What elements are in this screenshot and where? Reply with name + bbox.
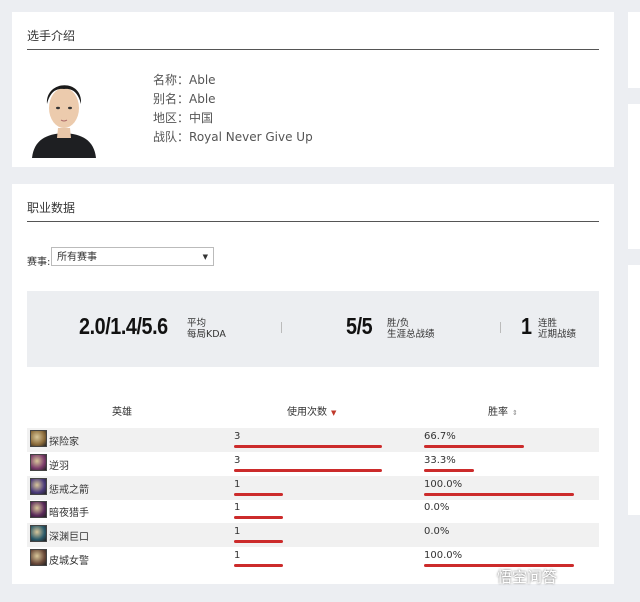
section-title-intro: 选手介绍 xyxy=(27,29,76,43)
info-value: 中国 xyxy=(189,111,214,125)
player-intro-panel: 选手介绍 名称：Able 别名：Able 地区：中国 战队：Royal Neve… xyxy=(12,12,614,167)
event-filter-select[interactable]: 所有赛事 ▼ xyxy=(51,247,214,266)
stat-divider xyxy=(281,322,282,333)
hero-name: 深渊巨口 xyxy=(49,532,89,544)
winrate-value: 33.3% xyxy=(424,454,456,466)
winrate-bar xyxy=(424,492,574,496)
section-divider xyxy=(27,221,599,222)
info-row-region: 地区：中国 xyxy=(153,109,213,126)
side-panel-stub xyxy=(628,265,640,515)
side-panel-stub xyxy=(628,12,640,88)
column-header-uses-label: 使用次数 xyxy=(287,407,327,418)
uses-bar xyxy=(234,564,283,567)
uses-bar xyxy=(234,516,283,520)
uses-bar xyxy=(234,540,283,544)
watermark: 悟空问答 xyxy=(497,568,558,586)
streak-value: 1 xyxy=(521,313,532,339)
hero-portrait-icon xyxy=(30,430,47,447)
table-row[interactable]: 逆羽 3 33.3% xyxy=(27,452,599,476)
info-label: 地区： xyxy=(153,111,190,125)
hero-portrait-icon xyxy=(30,453,47,471)
side-panel-stub xyxy=(628,104,640,249)
kda-desc-line1: 平均 xyxy=(187,318,207,329)
table-row[interactable]: 探险家 3 66.7% xyxy=(27,428,599,452)
uses-count: 3 xyxy=(234,454,241,466)
stats-summary: 2.0/1.4/5.6 平均 每局KDA 5/5 胜/负 生涯总战绩 1 连胜 … xyxy=(27,291,599,367)
hero-name: 皮城女警 xyxy=(49,556,89,567)
record-value: 5/5 xyxy=(346,313,373,339)
career-data-panel: 职业数据 赛事: 所有赛事 ▼ 2.0/1.4/5.6 平均 每局KDA 5/5… xyxy=(12,184,614,584)
uses-bar xyxy=(234,468,382,472)
winrate-value: 100.0% xyxy=(424,550,463,561)
winrate-bar xyxy=(424,468,474,472)
filter-selected-value: 所有赛事 xyxy=(57,252,97,263)
dropdown-arrow-icon: ▼ xyxy=(202,253,208,261)
info-label: 名称： xyxy=(153,73,190,87)
info-value: Royal Never Give Up xyxy=(189,130,313,144)
player-avatar xyxy=(28,70,100,158)
column-header-uses[interactable]: 使用次数 ▼ xyxy=(287,403,336,418)
table-row[interactable]: 暗夜猎手 1 0.0% xyxy=(27,499,599,523)
streak-desc: 连胜 近期战绩 xyxy=(538,318,576,340)
winrate-value: 0.0% xyxy=(424,526,450,538)
uses-count: 1 xyxy=(234,502,241,514)
hero-name: 惩戒之箭 xyxy=(49,484,89,496)
info-value: Able xyxy=(189,73,216,87)
table-row[interactable]: 深渊巨口 1 0.0% xyxy=(27,523,599,548)
section-title-career: 职业数据 xyxy=(27,201,76,215)
hero-name: 暗夜猎手 xyxy=(49,508,89,520)
info-row-team: 战队：Royal Never Give Up xyxy=(153,128,313,145)
uses-count: 1 xyxy=(234,550,241,561)
winrate-bar xyxy=(424,445,524,448)
record-desc-line1: 胜/负 xyxy=(387,318,410,329)
uses-bar xyxy=(234,445,382,448)
streak-desc-line2: 近期战绩 xyxy=(538,329,577,340)
filter-label: 赛事: xyxy=(27,257,51,268)
uses-count: 1 xyxy=(234,526,241,538)
hero-portrait-icon xyxy=(30,525,47,543)
winrate-value: 66.7% xyxy=(424,431,456,442)
kda-desc-line2: 每局KDA xyxy=(187,329,226,340)
kda-desc: 平均 每局KDA xyxy=(187,318,226,340)
streak-desc-line1: 连胜 xyxy=(538,318,558,329)
hero-name: 逆羽 xyxy=(49,460,69,472)
sort-desc-icon[interactable]: ▼ xyxy=(331,409,336,417)
info-label: 战队： xyxy=(153,130,190,144)
uses-bar xyxy=(234,492,283,496)
hero-name: 探险家 xyxy=(49,437,79,448)
record-desc-line2: 生涯总战绩 xyxy=(387,329,435,340)
kda-value: 2.0/1.4/5.6 xyxy=(79,313,168,339)
info-row-alias: 别名：Able xyxy=(153,90,216,107)
uses-count: 1 xyxy=(234,478,241,490)
column-header-winrate[interactable]: 胜率 ⇕ xyxy=(488,403,518,418)
uses-count: 3 xyxy=(234,431,241,442)
hero-portrait-icon xyxy=(30,549,47,566)
column-header-winrate-label: 胜率 xyxy=(488,407,508,418)
info-value: Able xyxy=(189,92,216,106)
hero-portrait-icon xyxy=(30,477,47,495)
winrate-value: 0.0% xyxy=(424,502,450,514)
stat-divider xyxy=(500,322,501,333)
table-row[interactable]: 惩戒之箭 1 100.0% xyxy=(27,475,599,500)
column-header-hero: 英雄 xyxy=(112,407,132,418)
section-divider xyxy=(27,49,599,50)
hero-portrait-icon xyxy=(30,501,47,519)
info-row-name: 名称：Able xyxy=(153,71,216,88)
info-label: 别名： xyxy=(153,92,190,106)
record-desc: 胜/负 生涯总战绩 xyxy=(387,318,435,340)
winrate-value: 100.0% xyxy=(424,478,463,490)
sort-icon[interactable]: ⇕ xyxy=(512,409,518,417)
